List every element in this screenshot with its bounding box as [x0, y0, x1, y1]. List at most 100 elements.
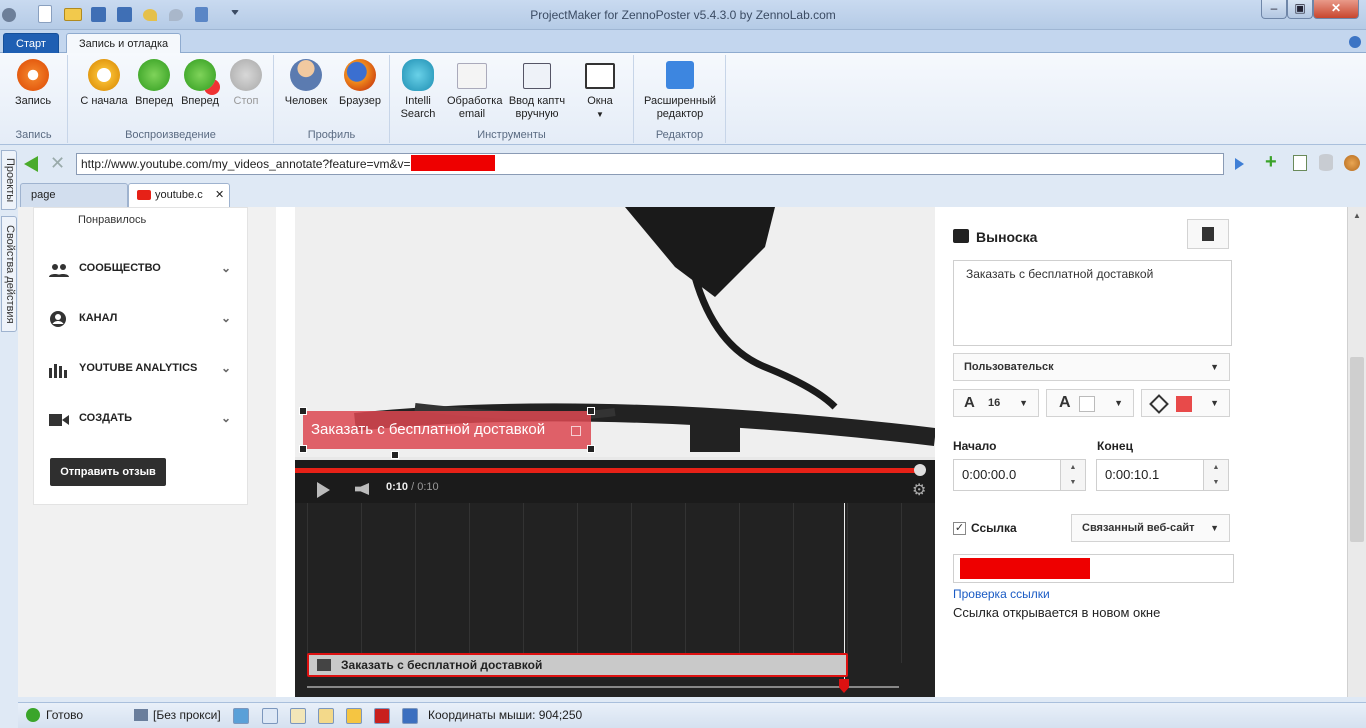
liked-label[interactable]: Понравилось: [78, 214, 146, 226]
link-url-input[interactable]: [953, 554, 1234, 583]
status-proxy[interactable]: [Без прокси]: [153, 703, 221, 728]
monitor-icon[interactable]: [402, 708, 418, 724]
text-color-icon: A: [1059, 394, 1071, 411]
proxy-icon: [134, 709, 148, 721]
scroll-thumb[interactable]: [1350, 357, 1364, 542]
record-icon: [17, 59, 49, 91]
forward-button[interactable]: Вперед: [132, 59, 176, 108]
delete-button[interactable]: [1187, 219, 1229, 249]
window-icon[interactable]: [262, 708, 278, 724]
from-start-button[interactable]: С начала: [76, 59, 132, 108]
record-button[interactable]: Запись: [10, 59, 56, 108]
tab-record-debug[interactable]: Запись и отладка: [66, 33, 182, 54]
forward-step-button[interactable]: Вперед: [178, 59, 222, 108]
video-player[interactable]: Заказать с бесплатной доставкой: [295, 207, 935, 502]
advanced-editor-button[interactable]: Расширенный редактор: [640, 59, 720, 121]
image-icon[interactable]: [233, 708, 249, 724]
close-tab-icon[interactable]: ✕: [215, 184, 224, 206]
bg-color-select[interactable]: ▼: [1141, 389, 1230, 417]
annotation-callout[interactable]: Заказать с бесплатной доставкой: [303, 411, 591, 449]
captcha-manual-button[interactable]: Ввод каптч вручную: [504, 59, 570, 121]
link-checkbox[interactable]: ✓: [953, 522, 966, 535]
resize-handle-tr[interactable]: [587, 407, 595, 415]
nav-community[interactable]: СООБЩЕСТВО ⌄: [49, 253, 239, 283]
nav-create[interactable]: СОЗДАТЬ ⌄: [49, 403, 239, 433]
start-time-input[interactable]: 0:00:00.0: [953, 459, 1061, 491]
css-icon[interactable]: [318, 708, 334, 724]
mouse-coordinates: Координаты мыши: 904;250: [428, 708, 583, 722]
nav-channel[interactable]: КАНАЛ ⌄: [49, 303, 239, 333]
fullscreen-icon: [666, 61, 694, 89]
tab-projects[interactable]: Проекты: [1, 150, 17, 210]
maximize-button[interactable]: ▣: [1287, 0, 1313, 19]
start-time-stepper[interactable]: ▲ ▼: [1060, 459, 1086, 491]
resize-handle-b[interactable]: [391, 451, 399, 459]
timeline-gridline: [685, 503, 686, 663]
frame-icon[interactable]: [290, 708, 306, 724]
style-select[interactable]: Пользовательск ▼: [953, 353, 1230, 381]
resize-handle-tl[interactable]: [299, 407, 307, 415]
email-processing-button[interactable]: Обработка email: [442, 59, 502, 121]
windows-icon: [585, 63, 615, 89]
timeline-gridline: [361, 503, 362, 663]
tab-youtube[interactable]: youtube.c ✕: [128, 183, 230, 207]
browser-content: Понравилось СООБЩЕСТВО ⌄ КАНАЛ ⌄ YOUTUBE…: [18, 207, 1366, 697]
send-feedback-button[interactable]: Отправить отзыв: [50, 458, 166, 486]
minimize-button[interactable]: –: [1261, 0, 1287, 19]
list-icon[interactable]: [1293, 155, 1307, 171]
redacted-block: [410, 155, 495, 171]
intelli-search-button[interactable]: Intelli Search: [396, 59, 440, 121]
playhead-marker[interactable]: [839, 679, 849, 693]
close-button[interactable]: ✕: [1313, 0, 1359, 19]
play-icon: [138, 59, 170, 91]
end-time-stepper[interactable]: ▲ ▼: [1203, 459, 1229, 491]
windows-button[interactable]: Окна ▼: [574, 59, 626, 121]
scrubber-handle[interactable]: [914, 464, 926, 476]
flash-bolt-icon[interactable]: [346, 708, 362, 724]
back-arrow-icon[interactable]: [24, 156, 38, 172]
add-icon[interactable]: +: [1265, 151, 1277, 173]
database-icon[interactable]: [1319, 154, 1333, 171]
end-label: Конец: [1097, 439, 1133, 453]
vertical-scrollbar[interactable]: ▲: [1347, 207, 1366, 697]
annotation-timeline[interactable]: Заказать с бесплатной доставкой: [295, 503, 935, 697]
paint-bucket-icon: [1149, 394, 1169, 414]
cookie-icon[interactable]: [1344, 155, 1360, 171]
progress-track[interactable]: [295, 468, 921, 473]
nav-analytics[interactable]: YOUTUBE ANALYTICS ⌄: [49, 353, 239, 383]
url-input[interactable]: http://www.youtube.com/my_videos_annotat…: [76, 153, 1224, 175]
browser-button[interactable]: Браузер: [334, 59, 386, 108]
captcha-icon: [523, 63, 551, 89]
play-icon[interactable]: [317, 482, 330, 498]
timeline-gridline: [631, 503, 632, 663]
callout-text-area[interactable]: Заказать с бесплатной доставкой: [953, 260, 1232, 346]
email-icon: [457, 63, 487, 89]
font-size-select[interactable]: A 16 ▼: [953, 389, 1039, 417]
trash-icon: [1202, 227, 1214, 241]
chevron-down-icon: ▼: [1210, 362, 1219, 372]
stop-load-icon[interactable]: ✕: [50, 153, 65, 173]
timeline-annotation-bar[interactable]: Заказать с бесплатной доставкой: [307, 653, 848, 677]
tab-start[interactable]: Старт: [3, 33, 59, 54]
text-color-select[interactable]: A ▼: [1046, 389, 1134, 417]
human-icon: [290, 59, 322, 91]
timeline-gridline: [307, 503, 308, 663]
go-arrow-icon[interactable]: [1235, 158, 1244, 170]
scroll-up-arrow[interactable]: ▲: [1353, 211, 1361, 220]
end-time-input[interactable]: 0:00:10.1: [1096, 459, 1204, 491]
flash-player-icon[interactable]: [374, 708, 390, 724]
resize-handle-br[interactable]: [587, 445, 595, 453]
resize-handle-bl[interactable]: [299, 445, 307, 453]
tab-action-properties[interactable]: Свойства действия: [1, 216, 17, 332]
tab-page[interactable]: page: [20, 183, 128, 207]
chevron-down-icon: ⌄: [221, 361, 232, 375]
title-bar: ProjectMaker for ZennoPoster v5.4.3.0 by…: [0, 0, 1366, 30]
link-type-select[interactable]: Связанный веб-сайт ▼: [1071, 514, 1230, 542]
stop-button[interactable]: Стоп: [224, 59, 268, 108]
volume-icon[interactable]: [355, 483, 369, 495]
check-link-link[interactable]: Проверка ссылки: [953, 587, 1050, 601]
ribbon-help-icon[interactable]: [1349, 36, 1361, 48]
group-tools: Intelli Search Обработка email Ввод капт…: [390, 55, 634, 143]
human-button[interactable]: Человек: [280, 59, 332, 108]
settings-gear-icon[interactable]: ⚙: [912, 480, 926, 500]
